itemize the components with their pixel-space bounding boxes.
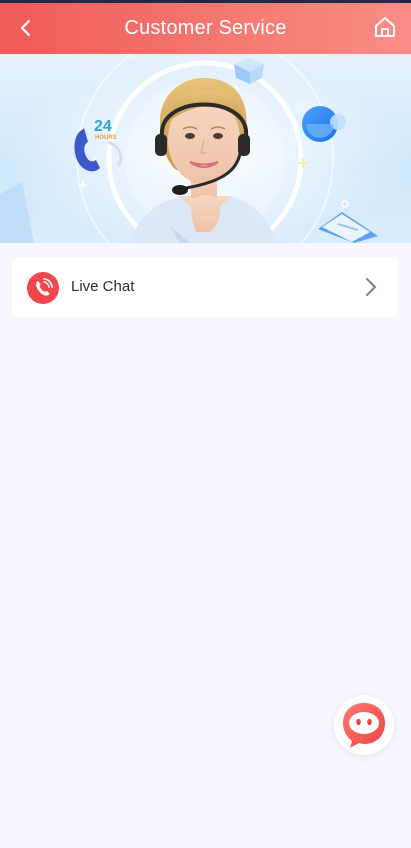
home-icon bbox=[375, 17, 395, 37]
phone-icon bbox=[27, 272, 59, 304]
home-button[interactable] bbox=[372, 14, 398, 40]
back-button[interactable] bbox=[14, 16, 38, 40]
chevron-right-icon bbox=[366, 278, 376, 296]
support-banner: 24 HOURS bbox=[0, 54, 411, 243]
badge-hours: HOURS bbox=[95, 135, 117, 141]
service-item-live-chat[interactable]: Live Chat bbox=[12, 257, 398, 317]
badge-24: 24 bbox=[94, 118, 112, 135]
banner-illustration: 24 HOURS bbox=[0, 54, 411, 243]
chevron-left-icon bbox=[20, 19, 31, 37]
chat-bubble-icon bbox=[343, 703, 385, 748]
service-item-label: Live Chat bbox=[71, 278, 135, 295]
app-header: Customer Service bbox=[0, 3, 411, 54]
chat-fab-button[interactable] bbox=[334, 695, 394, 755]
page-title: Customer Service bbox=[124, 17, 287, 39]
